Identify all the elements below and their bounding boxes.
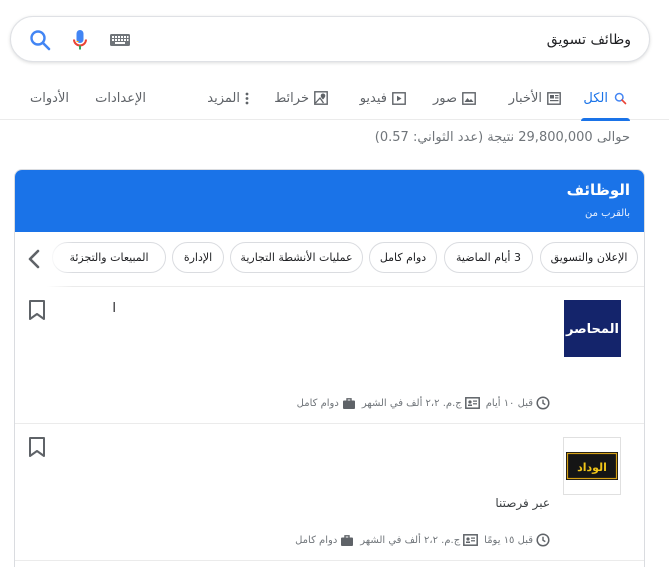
search-tabs: الكل الأخبار صور فيديو خرائط المزيد الإع… — [0, 76, 669, 121]
tab-label: خرائط — [274, 90, 309, 106]
tab-settings[interactable]: الإعدادات — [95, 76, 146, 120]
job-meta: قبل ١٥ يومًا ج.م. ٢،٢ ألف في الشهر دوام … — [295, 532, 550, 548]
tab-label: المزيد — [207, 90, 240, 106]
job-posted: قبل ١٥ يومًا — [484, 533, 550, 547]
clock-icon — [536, 533, 550, 547]
job-salary-text: ج.م. ٢،٢ ألف في الشهر — [360, 534, 461, 546]
jobs-card-header[interactable]: الوظائف بالقرب من — [15, 170, 644, 232]
tab-more[interactable]: المزيد — [207, 76, 249, 120]
clock-icon — [536, 396, 550, 410]
briefcase-icon — [341, 534, 354, 546]
job-listing[interactable]: الوداد عبر فرصتنا قبل ١٥ يومًا ج.م. ٢،٢ … — [15, 424, 644, 561]
tab-label: الإعدادات — [95, 90, 146, 106]
tab-label: الأخبار — [508, 90, 542, 106]
chip-last-3-days[interactable]: 3 أيام الماضية — [444, 242, 533, 273]
chevron-left-icon[interactable] — [23, 247, 47, 271]
job-meta: قبل ١٠ أيام ج.م. ٢،٢ ألف في الشهر دوام ك… — [297, 395, 550, 411]
company-logo: المحاصر — [564, 300, 621, 357]
job-salary: ج.م. ٢،٢ ألف في الشهر — [362, 397, 480, 409]
search-input[interactable] — [211, 28, 631, 52]
tab-all[interactable]: الكل — [581, 76, 630, 121]
search-results-page: الكل الأخبار صور فيديو خرائط المزيد الإع… — [0, 0, 669, 567]
tab-news[interactable]: الأخبار — [509, 76, 561, 120]
search-icon[interactable] — [28, 28, 52, 52]
tab-maps[interactable]: خرائط — [274, 76, 328, 120]
search-icon — [614, 92, 627, 104]
salary-icon — [464, 397, 480, 409]
image-icon — [462, 91, 476, 105]
tab-images[interactable]: صور — [433, 76, 476, 120]
svg-text:المحاصر: المحاصر — [565, 322, 619, 337]
map-icon — [314, 91, 328, 105]
job-posted-text: قبل ١٠ أيام — [485, 397, 533, 409]
video-icon — [392, 91, 406, 105]
tab-tools[interactable]: الأدوات — [30, 76, 69, 120]
filter-chips: الإعلان والتسويق 3 أيام الماضية دوام كام… — [15, 232, 644, 287]
keyboard-icon[interactable] — [109, 31, 131, 49]
chip-management[interactable]: الإدارة — [172, 242, 224, 273]
chip-full-time[interactable]: دوام كامل — [369, 242, 437, 273]
more-vert-icon — [245, 92, 249, 104]
job-title: ا — [112, 301, 116, 316]
job-posted: قبل ١٠ أيام — [486, 396, 550, 410]
tab-videos[interactable]: فيديو — [360, 76, 406, 120]
job-via-source: عبر فرصتنا — [495, 496, 550, 510]
job-type: دوام كامل — [297, 397, 356, 410]
microphone-icon[interactable] — [69, 28, 91, 52]
briefcase-icon — [342, 397, 355, 409]
tab-label: الكل — [583, 90, 608, 106]
tab-label: فيديو — [359, 90, 387, 106]
job-type-text: دوام كامل — [296, 397, 339, 409]
job-posted-text: قبل ١٥ يومًا — [484, 534, 533, 546]
tab-label: صور — [432, 90, 457, 106]
tab-label: الأدوات — [30, 90, 69, 106]
bookmark-icon[interactable] — [27, 436, 47, 458]
search-box[interactable] — [10, 16, 650, 62]
jobs-card-subtitle: بالقرب من — [584, 208, 630, 219]
job-type-text: دوام كامل — [295, 534, 338, 546]
job-type: دوام كامل — [295, 534, 354, 547]
bookmark-icon[interactable] — [27, 299, 47, 321]
job-salary-text: ج.م. ٢،٢ ألف في الشهر — [361, 397, 462, 409]
jobs-card: الوظائف بالقرب من الإعلان والتسويق 3 أيا… — [14, 169, 645, 567]
company-logo: الوداد — [563, 437, 621, 495]
svg-text:الوداد: الوداد — [577, 461, 607, 474]
chip-advertising-marketing[interactable]: الإعلان والتسويق — [540, 242, 638, 273]
chip-business-operations[interactable]: عمليات الأنشطة التجارية — [230, 242, 363, 273]
result-stats: حوالى 29,800,000 نتيجة (عدد الثواني: 0.5… — [374, 130, 630, 145]
job-salary: ج.م. ٢،٢ ألف في الشهر — [360, 534, 479, 546]
jobs-card-title: الوظائف — [566, 181, 630, 199]
news-icon — [547, 91, 561, 105]
job-listing[interactable]: المحاصر ا قبل ١٠ أيام ج.م. ٢،٢ ألف في ال… — [15, 287, 644, 424]
salary-icon — [463, 534, 479, 546]
